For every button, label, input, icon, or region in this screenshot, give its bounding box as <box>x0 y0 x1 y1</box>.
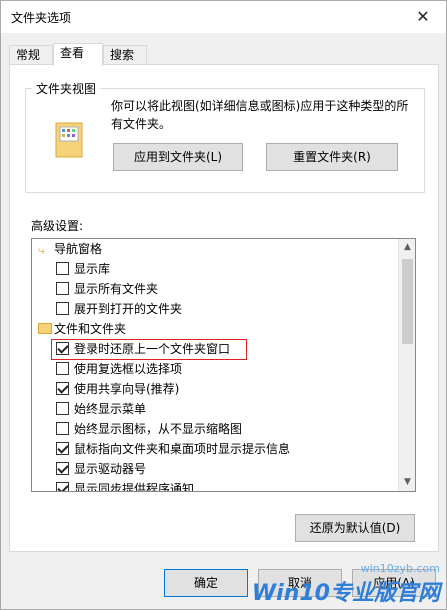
tree-item-label: 显示所有文件夹 <box>74 282 159 296</box>
tree-item-always-show-menus[interactable]: 始终显示菜单 <box>32 399 397 419</box>
checkbox[interactable] <box>56 262 69 275</box>
tree-item-show-libraries[interactable]: 显示库 <box>32 259 397 279</box>
window-title: 文件夹选项 <box>11 11 72 25</box>
restore-defaults-button[interactable]: 还原为默认值(D) <box>295 514 415 542</box>
folder-views-title: 文件夹视图 <box>32 80 101 97</box>
checkbox-checked[interactable] <box>56 482 69 491</box>
tree-item-expand-to-open-folder[interactable]: 展开到打开的文件夹 <box>32 299 397 319</box>
tab-general[interactable]: 常规 <box>9 45 53 65</box>
tree-item-label: 始终显示菜单 <box>74 402 147 416</box>
tree-group-files-and-folders[interactable]: 文件和文件夹 <box>32 319 397 339</box>
tree-item-show-all-folders[interactable]: 显示所有文件夹 <box>32 279 397 299</box>
tab-search[interactable]: 搜索 <box>103 45 147 65</box>
tree-item-label: 始终显示图标，从不显示缩略图 <box>74 422 243 436</box>
ok-button[interactable]: 确定 <box>164 569 248 597</box>
tree-item-use-check-boxes[interactable]: 使用复选框以选择项 <box>32 359 397 379</box>
checkbox[interactable] <box>56 302 69 315</box>
folder-options-dialog: 文件夹选项 ✕ 常规 查看 搜索 文件夹视图 你可以将此视图(如详细信息或图标)… <box>0 0 447 610</box>
title-bar: 文件夹选项 ✕ <box>1 1 446 33</box>
folder-views-group: 文件夹视图 你可以将此视图(如详细信息或图标)应用于这种类型的所有文件夹。 应用… <box>25 80 425 193</box>
checkbox-checked[interactable] <box>56 462 69 475</box>
tree-item-always-show-icons[interactable]: 始终显示图标，从不显示缩略图 <box>32 419 397 439</box>
tree-item-label: 显示库 <box>74 262 111 276</box>
tree-item-label: 显示同步提供程序通知 <box>74 482 195 492</box>
tree-item-label: 鼠标指向文件夹和桌面项时显示提示信息 <box>74 442 291 456</box>
folder-icon <box>38 323 52 334</box>
tree-item-show-drive-letters[interactable]: 显示驱动器号 <box>32 459 397 479</box>
scroll-up-icon[interactable]: ▲ <box>399 239 415 256</box>
reset-folders-button[interactable]: 重置文件夹(R) <box>266 143 398 171</box>
tab-view[interactable]: 查看 <box>53 43 103 66</box>
vertical-scrollbar[interactable]: ▲ ▼ <box>398 239 415 491</box>
advanced-settings-tree[interactable]: ⤷ 导航窗格 显示库 显示所有文件夹 展开到打开的文件夹 文件和文件夹 登录时还… <box>31 238 416 492</box>
checkbox[interactable] <box>56 362 69 375</box>
watermark-sub: win10zyb.com <box>360 562 440 575</box>
tree-item-label: 显示驱动器号 <box>74 462 147 476</box>
checkbox-checked[interactable] <box>56 442 69 455</box>
folder-view-icon <box>55 122 83 158</box>
close-button[interactable]: ✕ <box>400 1 446 33</box>
checkbox-checked[interactable] <box>56 382 69 395</box>
tree-item-show-pop-up-description[interactable]: 鼠标指向文件夹和桌面项时显示提示信息 <box>32 439 397 459</box>
tree-group-label: 导航窗格 <box>54 242 103 256</box>
checkbox[interactable] <box>56 282 69 295</box>
checkbox[interactable] <box>56 402 69 415</box>
tree-item-label: 使用共享向导(推荐) <box>74 382 180 396</box>
checkbox[interactable] <box>56 422 69 435</box>
tree-item-label: 展开到打开的文件夹 <box>74 302 183 316</box>
watermark-logo: win10zyb.com Win10专业版官网 <box>252 562 440 607</box>
advanced-settings-label: 高级设置: <box>31 219 84 233</box>
tree-group-navigation-pane[interactable]: ⤷ 导航窗格 <box>32 239 397 259</box>
tree-item-label: 使用复选框以选择项 <box>74 362 183 376</box>
tree-item-show-sync-provider-notifications[interactable]: 显示同步提供程序通知 <box>32 479 397 492</box>
folder-views-description: 你可以将此视图(如详细信息或图标)应用于这种类型的所有文件夹。 <box>111 99 409 131</box>
scroll-down-icon[interactable]: ▼ <box>399 474 415 491</box>
tree-item-use-sharing-wizard[interactable]: 使用共享向导(推荐) <box>32 379 397 399</box>
tree-group-label: 文件和文件夹 <box>54 322 127 336</box>
scrollbar-thumb[interactable] <box>402 259 413 344</box>
navigation-pane-icon: ⤷ <box>38 243 45 257</box>
apply-to-folders-button[interactable]: 应用到文件夹(L) <box>113 143 243 171</box>
watermark-main: Win10专业版官网 <box>251 581 440 606</box>
highlight-box <box>51 339 247 360</box>
